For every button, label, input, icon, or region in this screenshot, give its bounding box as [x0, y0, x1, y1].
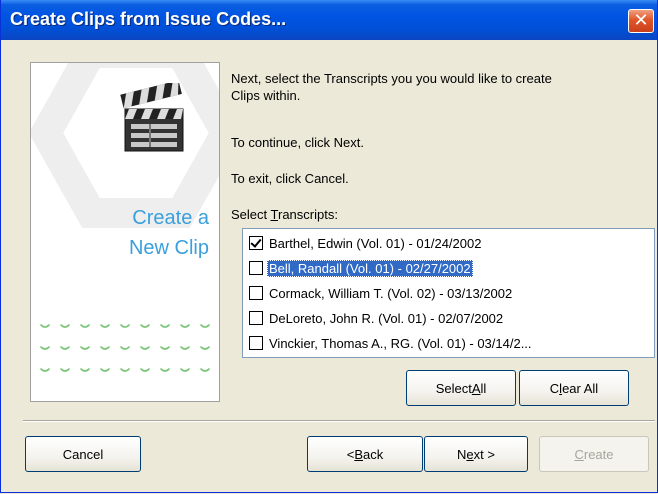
- back-button[interactable]: < Back: [307, 436, 423, 472]
- close-icon[interactable]: ✕: [628, 9, 654, 33]
- banner-title: Create a New Clip: [31, 203, 209, 263]
- banner-title-line1: Create a: [132, 207, 209, 229]
- back-prefix: <: [346, 446, 355, 462]
- continue-text: To continue, click Next.: [231, 135, 364, 150]
- transcript-checkbox[interactable]: [249, 236, 263, 250]
- exit-text: To exit, click Cancel.: [231, 171, 349, 186]
- transcript-checkbox[interactable]: [249, 286, 263, 300]
- select-all-rest: ll: [480, 380, 487, 396]
- clear-all-prefix: C: [549, 380, 560, 396]
- banner-title-line2: New Clip: [128, 237, 209, 259]
- back-mnemonic: B: [354, 446, 364, 462]
- instruction-line1: Next, select the Transcripts you you wou…: [231, 71, 552, 86]
- transcript-checkbox[interactable]: [249, 336, 263, 350]
- select-all-prefix: Select: [435, 380, 472, 396]
- transcript-checkbox[interactable]: [249, 311, 263, 325]
- footer-separator: [23, 420, 655, 422]
- transcript-row[interactable]: DeLoreto, John R. (Vol. 01) - 02/07/2002: [249, 307, 505, 329]
- create-rest: reate: [583, 446, 614, 462]
- transcript-label: Barthel, Edwin (Vol. 01) - 01/24/2002: [269, 235, 482, 251]
- create-mnemonic: C: [574, 446, 584, 462]
- select-all-mnemonic: A: [471, 380, 481, 396]
- title-bar[interactable]: Create Clips from Issue Codes... ✕: [1, 0, 657, 40]
- cancel-button[interactable]: Cancel: [25, 436, 141, 472]
- select-label-rest: ranscripts:: [277, 207, 338, 222]
- dialog-window: Create Clips from Issue Codes... ✕ Creat…: [0, 0, 658, 493]
- next-button[interactable]: Ne xt >: [424, 436, 528, 472]
- decorative-dots-icon: [40, 324, 210, 372]
- create-button[interactable]: Create: [539, 436, 649, 472]
- clear-all-rest: ear All: [562, 380, 599, 396]
- instruction-line2: Clips within.: [231, 88, 301, 103]
- select-transcripts-label: Select Transcripts:: [231, 207, 338, 222]
- instruction-text: Next, select the Transcripts you you wou…: [231, 70, 651, 104]
- transcript-row[interactable]: Cormack, William T. (Vol. 02) - 03/13/20…: [249, 282, 514, 304]
- select-label-mnemonic: T: [270, 207, 278, 222]
- transcript-label: DeLoreto, John R. (Vol. 01) - 02/07/2002: [269, 310, 504, 326]
- clapperboard-icon: [120, 83, 184, 152]
- transcript-label: Cormack, William T. (Vol. 02) - 03/13/20…: [269, 285, 513, 301]
- wizard-banner: Create a New Clip: [30, 62, 220, 402]
- next-mnemonic: e: [466, 446, 474, 462]
- transcript-row[interactable]: Vinckier, Thomas A., RG. (Vol. 01) - 03/…: [249, 332, 534, 354]
- transcript-checkbox[interactable]: [249, 261, 263, 275]
- transcript-row[interactable]: Barthel, Edwin (Vol. 01) - 01/24/2002: [249, 232, 483, 254]
- window-title: Create Clips from Issue Codes...: [10, 9, 287, 29]
- next-prefix: N: [457, 446, 467, 462]
- next-rest: xt >: [473, 446, 495, 462]
- transcript-label: Bell, Randall (Vol. 01) - 02/27/2002: [267, 259, 473, 277]
- transcript-row[interactable]: Bell, Randall (Vol. 01) - 02/27/2002: [249, 257, 473, 279]
- transcript-label: Vinckier, Thomas A., RG. (Vol. 01) - 03/…: [269, 335, 532, 351]
- clear-all-button[interactable]: Cl ear All: [519, 370, 629, 406]
- select-label-prefix: Select: [231, 207, 271, 222]
- transcripts-listbox[interactable]: Barthel, Edwin (Vol. 01) - 01/24/2002 Be…: [242, 228, 655, 358]
- select-all-button[interactable]: Select All: [406, 370, 516, 406]
- back-rest: ack: [363, 446, 384, 462]
